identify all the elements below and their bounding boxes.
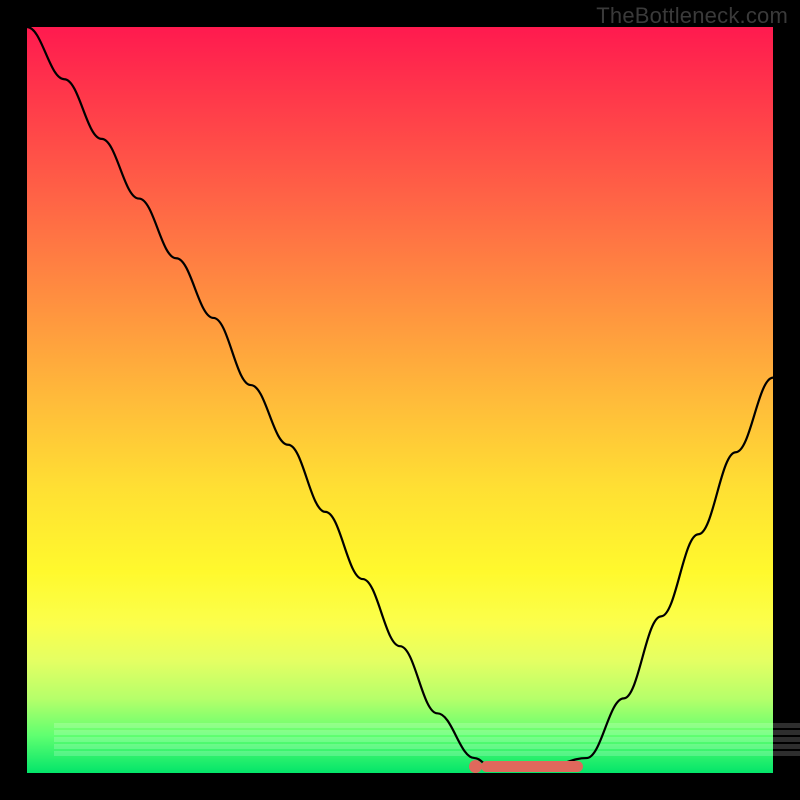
chart-plot-area <box>27 27 773 773</box>
optimal-range-marker <box>481 761 583 772</box>
optimal-start-dot <box>469 760 482 773</box>
watermark-text: TheBottleneck.com <box>596 3 788 29</box>
bottleneck-curve <box>27 27 773 773</box>
